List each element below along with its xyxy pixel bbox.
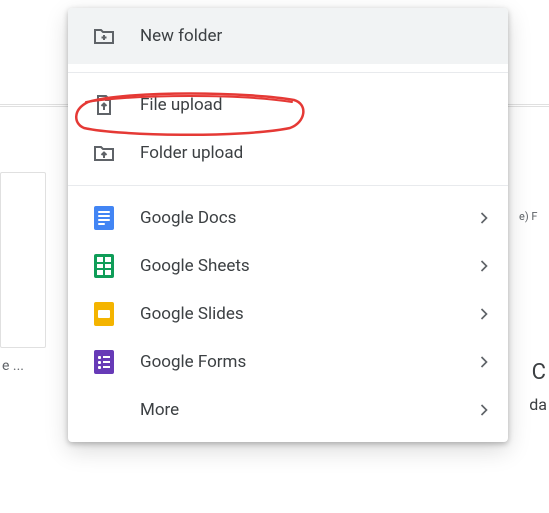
- bg-right-word: da: [529, 395, 547, 414]
- bg-right-snippet: e) F: [519, 210, 547, 330]
- bg-right-letter: C: [532, 360, 546, 385]
- chevron-right-icon: [472, 206, 496, 230]
- menu-item-label: Google Slides: [140, 304, 472, 324]
- chevron-right-icon: [472, 302, 496, 326]
- menu-item-label: Google Sheets: [140, 256, 472, 276]
- file-upload-icon: [92, 93, 116, 117]
- menu-item-new-folder[interactable]: New folder: [68, 8, 508, 64]
- google-sheets-icon: [92, 254, 116, 278]
- menu-item-label: Google Docs: [140, 208, 472, 228]
- google-forms-icon: [92, 350, 116, 374]
- menu-separator: [68, 72, 508, 73]
- menu-item-label: File upload: [140, 95, 496, 115]
- menu-item-label: Google Forms: [140, 352, 472, 372]
- menu-item-label: New folder: [140, 26, 496, 46]
- google-docs-icon: [92, 206, 116, 230]
- menu-item-folder-upload[interactable]: Folder upload: [68, 129, 508, 177]
- menu-item-more[interactable]: More: [68, 386, 508, 434]
- blank-icon: [92, 398, 116, 422]
- folder-plus-icon: [92, 24, 116, 48]
- chevron-right-icon: [472, 350, 496, 374]
- menu-item-file-upload[interactable]: File upload: [68, 81, 508, 129]
- folder-upload-icon: [92, 141, 116, 165]
- menu-item-google-sheets[interactable]: Google Sheets: [68, 242, 508, 290]
- menu-separator: [68, 185, 508, 186]
- chevron-right-icon: [472, 254, 496, 278]
- bg-card-caption: e ...: [2, 358, 24, 374]
- menu-item-label: More: [140, 400, 472, 420]
- menu-item-google-slides[interactable]: Google Slides: [68, 290, 508, 338]
- google-slides-icon: [92, 302, 116, 326]
- new-context-menu: New folder File upload Folder upload Goo…: [68, 8, 508, 442]
- menu-item-google-forms[interactable]: Google Forms: [68, 338, 508, 386]
- menu-item-google-docs[interactable]: Google Docs: [68, 194, 508, 242]
- chevron-right-icon: [472, 398, 496, 422]
- menu-item-label: Folder upload: [140, 143, 496, 163]
